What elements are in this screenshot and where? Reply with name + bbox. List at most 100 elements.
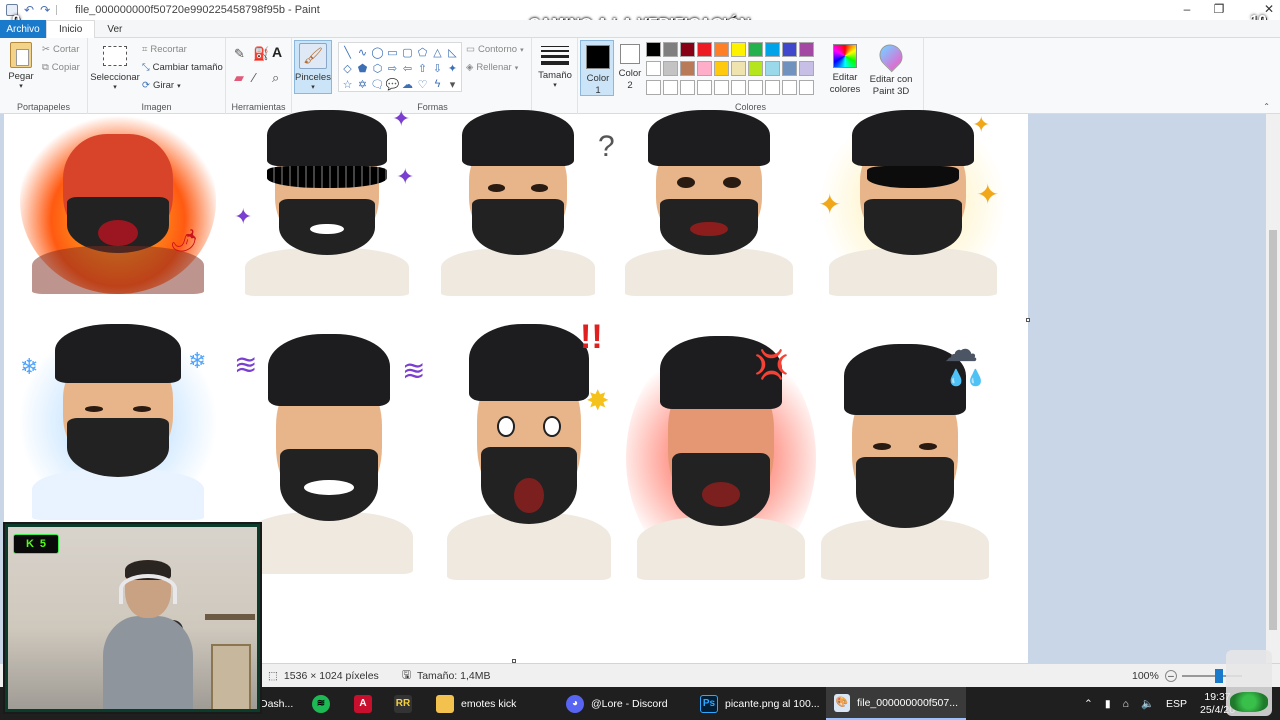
sparkle-icon: ✦ [234,204,253,229]
redo-icon[interactable]: ↷ [40,3,50,17]
tab-file[interactable]: Archivo [0,20,46,38]
copy-button[interactable]: ⧉ Copiar [42,62,80,73]
sparkle-icon: ✦ [396,164,415,189]
magnifier-icon[interactable]: ⌕ [272,70,279,86]
vertical-scrollbar[interactable] [1266,114,1280,663]
taskbar-item-paint[interactable]: 🎨 file_000000000f507... [826,687,966,720]
system-tray: ⌃ ▮ ⌂ 🔈 ESP [1084,687,1187,720]
taskbar-item-label: Dash... [260,697,294,710]
taskbar-item-discord[interactable]: ◕ @Lore - Discord [558,687,676,720]
zoom-slider-thumb[interactable] [1215,669,1223,683]
brushes-button[interactable]: 🖌 Pinceles ▾ [294,40,332,94]
squiggle-icon: ≋ [234,349,258,380]
chevron-down-icon: ▾ [514,64,519,72]
size-button[interactable]: Tamaño ▾ [538,44,572,89]
collapse-ribbon-icon[interactable]: ⌃ [1263,102,1270,111]
language-indicator[interactable]: ESP [1166,698,1187,710]
taskbar-item-emotes-kick[interactable]: emotes kick [428,687,524,720]
snowflake-icon: ❄ [188,348,207,373]
fill-bucket-icon[interactable]: ⛽ [253,46,269,62]
tab-view[interactable]: Ver [95,20,134,38]
taskbar-item-photoshop[interactable]: Ps picante.png al 100... [692,687,828,720]
star4-shape-icon[interactable]: ✦ [445,60,460,76]
color-picker-icon[interactable]: ⁄ [253,70,255,85]
lightning-shape-icon[interactable]: ϟ [430,76,445,92]
shapes-gallery[interactable]: ╲ ∿ ◯ ▭ ▢ ⬠ △ ◺ ◇ ⬟ ⬡ ⇨ ⇦ ⇧ ⇩ ✦ ☆ ✡ 🗨 💬 … [338,42,462,92]
chevron-up-icon[interactable]: ⌃ [1084,698,1093,710]
volume-icon[interactable]: 🔈 [1141,697,1154,710]
taskbar-app-rr[interactable]: RR [386,687,420,720]
undo-icon[interactable]: ↶ [24,3,34,17]
group-clipboard: Pegar ▾ ✂ Cortar ⧉ Copiar Portapapeles [0,38,88,114]
pentagon-shape-icon[interactable]: ⬟ [355,60,370,76]
maximize-icon[interactable]: ❐ [1212,2,1226,16]
overlay-widget [1226,650,1272,716]
size-label: Tamaño [538,70,572,81]
minimize-icon[interactable]: – [1180,2,1194,16]
arrow-right-shape-icon[interactable]: ⇨ [385,60,400,76]
canvas-resize-handle[interactable] [1026,318,1030,322]
clover-icon [1230,692,1268,712]
spotify-icon: ≋ [312,694,330,713]
outline-label: Contorno [477,44,518,55]
line-shape-icon[interactable]: ╲ [340,44,355,60]
star5-shape-icon[interactable]: ☆ [340,76,355,92]
callout-cloud-shape-icon[interactable]: ☁ [400,76,415,92]
outline-button[interactable]: ▭ Contorno ▾ [466,44,524,55]
usb-icon[interactable]: ▮ [1105,698,1111,710]
taskbar-app-a[interactable]: A [346,687,380,720]
taskbar-item-label: picante.png al 100... [725,697,820,710]
kick-badge-count: 5 [39,538,47,550]
hexagon-shape-icon[interactable]: ⬡ [370,60,385,76]
crop-button[interactable]: ⌗ Recortar [142,44,187,55]
fill-icon: ◈ [466,62,474,73]
scrollbar-thumb[interactable] [1269,230,1277,630]
select-button[interactable]: Seleccionar ▾ [90,46,140,91]
heart-shape-icon[interactable]: ♡ [415,76,430,92]
resize-icon: ⤡ [142,62,150,73]
cut-button[interactable]: ✂ Cortar [42,44,79,55]
text-tool-icon[interactable]: A [272,44,282,60]
eraser-icon[interactable]: ▰ [234,70,244,86]
scroll-down-icon[interactable]: ▾ [445,76,460,92]
crop-label: Recortar [150,44,187,55]
arrow-up-shape-icon[interactable]: ⇧ [415,60,430,76]
curve-shape-icon[interactable]: ∿ [355,44,370,60]
kick-badge: K 5 [13,534,59,554]
rotate-button[interactable]: ⟳ Girar ▾ [142,80,181,91]
callout-oval-shape-icon[interactable]: 💬 [385,76,400,92]
fill-button[interactable]: ◈ Rellenar ▾ [466,62,518,73]
network-icon[interactable]: ⌂ [1123,698,1129,710]
file-size-text: Tamaño: 1,4MB [416,669,491,682]
tab-home[interactable]: Inicio [46,20,96,38]
brush-icon: 🖌 [299,43,327,69]
paint-icon: 🎨 [834,693,850,712]
callout-rect-shape-icon[interactable]: 🗨 [370,76,385,92]
paste-button[interactable]: Pegar ▾ [6,42,36,90]
arrow-left-shape-icon[interactable]: ⇦ [400,60,415,76]
squiggle-icon: ≋ [402,355,426,386]
rectangle-shape-icon[interactable]: ▭ [385,44,400,60]
dimensions-text: 1536 × 1024 píxeles [283,669,379,682]
discord-icon: ◕ [566,694,584,713]
zoom-out-icon[interactable]: – [1164,669,1177,682]
pencil-icon[interactable]: ✎ [234,46,245,62]
chevron-down-icon: ▾ [553,82,557,89]
scissors-icon: ✂ [42,44,50,55]
resize-label: Cambiar tamaño [152,62,223,73]
polygon-shape-icon[interactable]: ⬠ [415,44,430,60]
star6-shape-icon[interactable]: ✡ [355,76,370,92]
triangle-shape-icon[interactable]: △ [430,44,445,60]
rounded-rect-shape-icon[interactable]: ▢ [400,44,415,60]
diamond-shape-icon[interactable]: ◇ [340,60,355,76]
resize-button[interactable]: ⤡ Cambiar tamaño [142,62,223,73]
right-triangle-shape-icon[interactable]: ◺ [445,44,460,60]
app-rr-icon: RR [394,694,412,713]
arrow-down-shape-icon[interactable]: ⇩ [430,60,445,76]
oval-shape-icon[interactable]: ◯ [370,44,385,60]
emote-shocked: !! ✸ [436,318,622,580]
taskbar-spotify[interactable]: ≋ [304,687,338,720]
rotate-icon: ⟳ [142,80,150,91]
chevron-down-icon: ▾ [177,82,181,90]
clipboard-icon [10,42,32,68]
